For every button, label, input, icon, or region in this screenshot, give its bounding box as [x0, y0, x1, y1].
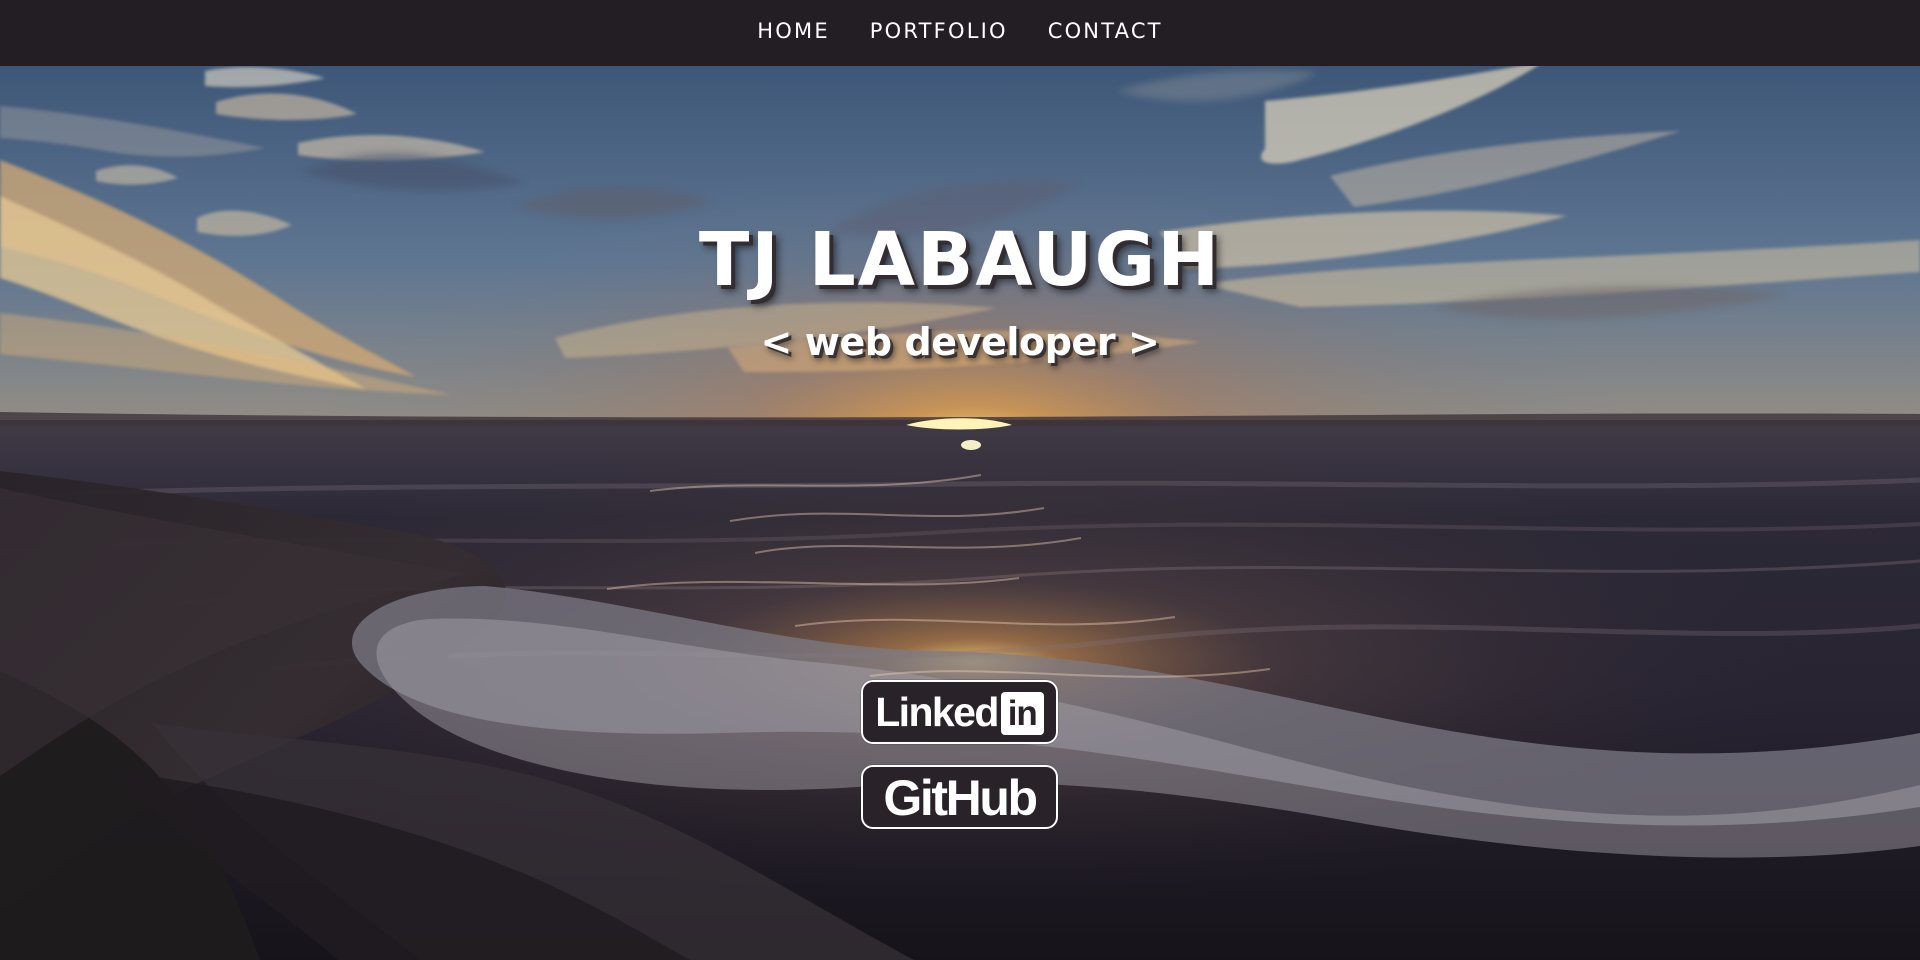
nav-portfolio-link[interactable]: PORTFOLIO: [870, 20, 1008, 42]
github-icon: GitHub: [883, 770, 1038, 826]
github-button[interactable]: GitHub: [861, 765, 1058, 829]
linkedin-icon: in: [1000, 691, 1044, 735]
nav-contact-link[interactable]: CONTACT: [1048, 20, 1163, 42]
linkedin-text: Linked: [875, 688, 999, 735]
nav-home-link[interactable]: HOME: [757, 20, 830, 42]
top-navigation-bar: HOME PORTFOLIO CONTACT: [0, 0, 1920, 66]
linkedin-button[interactable]: Linked in: [861, 680, 1058, 744]
portfolio-page: HOME PORTFOLIO CONTACT TJ LABAUGH < web …: [0, 0, 1920, 960]
